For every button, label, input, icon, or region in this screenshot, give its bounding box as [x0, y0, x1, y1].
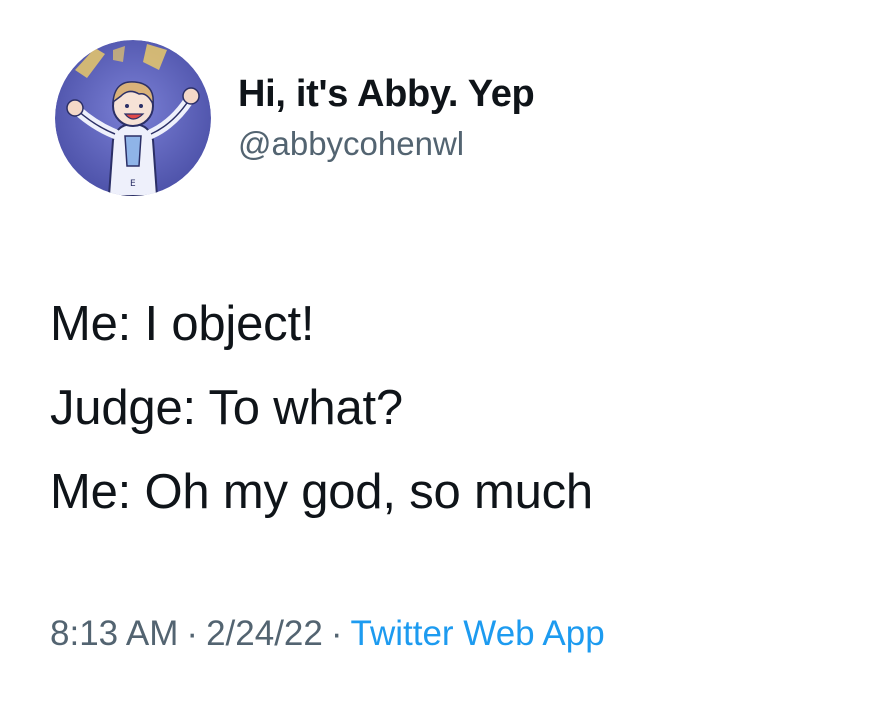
tweet-author: Hi, it's Abby. Yep @abbycohenwl [238, 70, 838, 164]
svg-text:E: E [130, 179, 136, 189]
meta-separator: · [186, 614, 199, 653]
tweet-text-line: Judge: To what? [50, 381, 403, 435]
cartoon-character-avatar-icon: E [55, 40, 211, 196]
author-handle[interactable]: @abbycohenwl [238, 124, 838, 164]
tweet: E Hi, it's Abby. Yep @abbycohenwl Me: I … [0, 0, 869, 704]
tweet-text: Me: I object! Judge: To what? Me: Oh my … [50, 282, 850, 534]
tweet-metadata: 8:13 AM · 2/24/22 · Twitter Web App [50, 612, 605, 656]
tweet-source-link[interactable]: Twitter Web App [351, 614, 605, 653]
meta-separator: · [330, 614, 343, 653]
tweet-text-line: Me: Oh my god, so much [50, 465, 593, 519]
tweet-date[interactable]: 2/24/22 [206, 614, 323, 653]
tweet-time[interactable]: 8:13 AM [50, 614, 178, 653]
tweet-text-line: Me: I object! [50, 297, 315, 351]
avatar[interactable]: E [55, 40, 211, 196]
author-display-name[interactable]: Hi, it's Abby. Yep [238, 70, 838, 118]
